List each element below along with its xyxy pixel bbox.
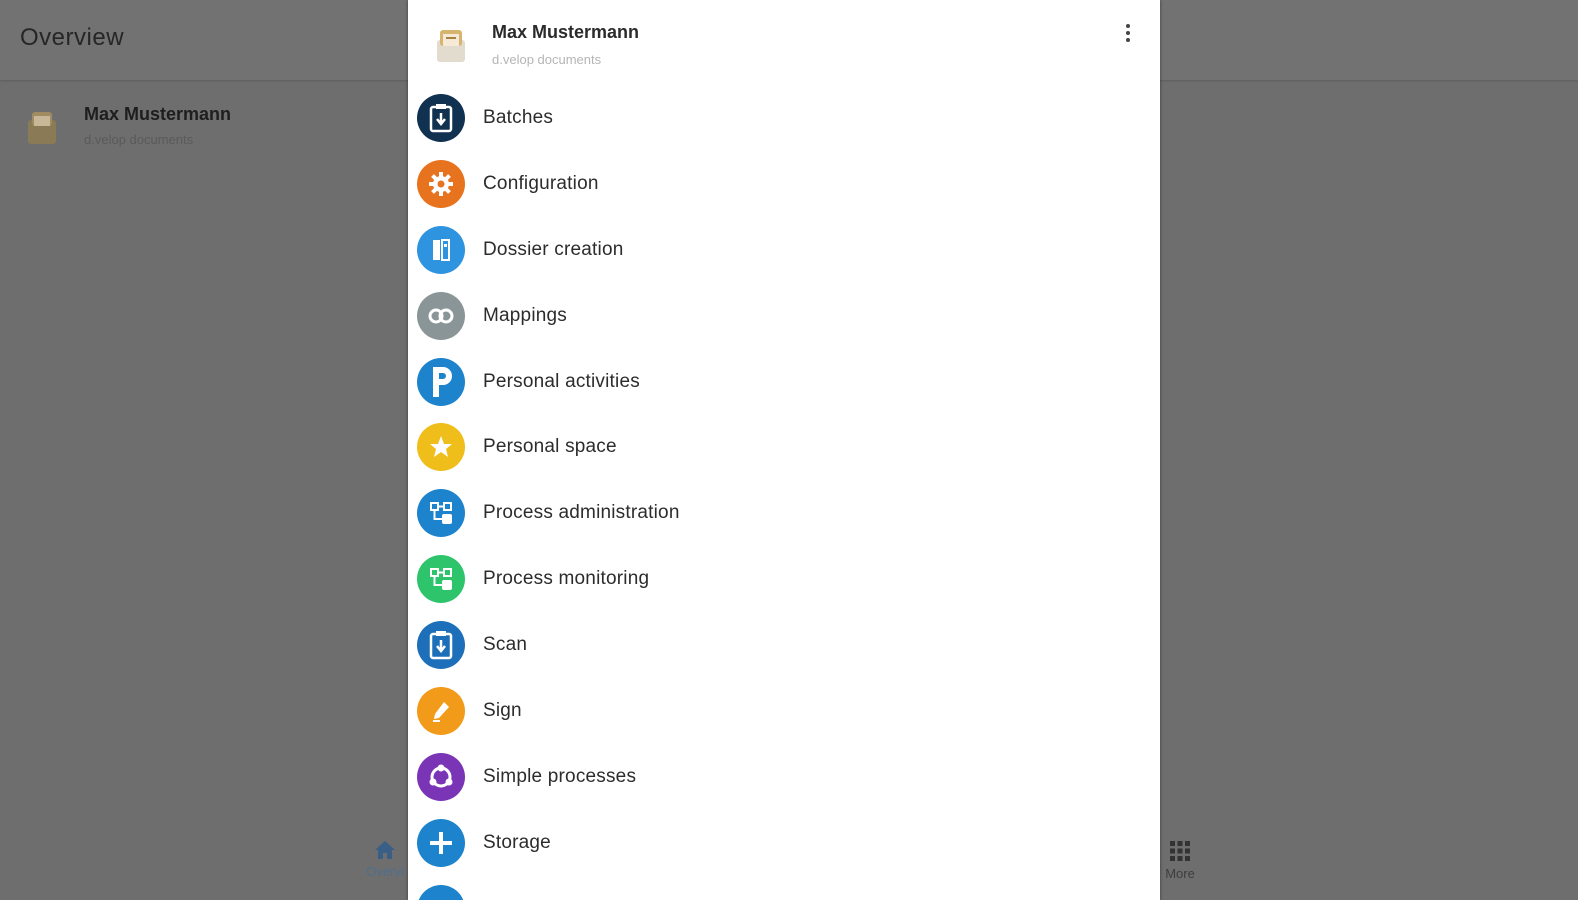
menu-label: Scan	[483, 634, 528, 656]
process-admin-icon	[417, 489, 465, 538]
more-vert-icon[interactable]	[1118, 22, 1138, 48]
scan-icon	[417, 621, 465, 670]
menu-item-batches[interactable]: Batches	[408, 85, 1160, 151]
partial-item-icon	[417, 884, 465, 900]
menu-label: Dossier creation	[483, 238, 624, 260]
grid-icon	[1170, 841, 1190, 861]
avatar	[437, 30, 465, 62]
home-icon	[375, 841, 395, 859]
menu-label: Process monitoring	[483, 568, 650, 590]
menu-label: Storage	[483, 831, 551, 853]
account-subtitle: d.velop documents	[84, 132, 194, 147]
pen-icon	[417, 687, 465, 736]
menu-label: Mappings	[483, 304, 567, 326]
menu-label: Batches	[483, 107, 554, 128]
menu-item-personal-space[interactable]: Personal space	[408, 414, 1160, 480]
menu-label: Personal activities	[483, 370, 640, 392]
user-name: Max Mustermann	[492, 22, 640, 42]
page-title: Overview	[20, 24, 125, 51]
navigation-drawer: Max Mustermann d.velop documents Batches…	[408, 0, 1160, 900]
nav-overview-label: Overvi	[366, 864, 404, 879]
menu-label: Configuration	[483, 172, 599, 194]
user-subtitle: d.velop documents	[492, 52, 602, 67]
menu-label: Process administration	[483, 502, 680, 524]
drawer-header: Max Mustermann d.velop documents	[408, 0, 1160, 80]
menu-item-mappings[interactable]: Mappings	[408, 283, 1160, 349]
nav-more-label: More	[1165, 866, 1195, 881]
star-icon	[417, 423, 465, 472]
batch-download-icon	[417, 94, 465, 142]
menu-item-partial[interactable]	[408, 876, 1160, 900]
plus-icon	[417, 818, 465, 867]
menu-label: Sign	[483, 700, 522, 722]
menu-item-configuration[interactable]: Configuration	[408, 151, 1160, 217]
menu-label: Personal space	[483, 436, 617, 458]
menu-item-dossier-creation[interactable]: Dossier creation	[408, 217, 1160, 283]
cycle-icon	[417, 752, 465, 801]
menu-item-process-administration[interactable]: Process administration	[408, 480, 1160, 546]
avatar	[28, 112, 56, 144]
menu-item-sign[interactable]: Sign	[408, 678, 1160, 744]
menu-item-simple-processes[interactable]: Simple processes	[408, 744, 1160, 810]
menu-item-storage[interactable]: Storage	[408, 810, 1160, 876]
menu-item-process-monitoring[interactable]: Process monitoring	[408, 546, 1160, 612]
p-letter-icon	[417, 357, 465, 406]
dossier-icon	[417, 225, 465, 274]
account-row[interactable]: Max Mustermann d.velop documents	[24, 100, 404, 156]
menu-item-personal-activities[interactable]: Personal activities	[408, 349, 1160, 415]
gear-icon	[417, 159, 465, 208]
menu-item-scan[interactable]: Scan	[408, 612, 1160, 678]
process-monitor-icon	[417, 555, 465, 604]
link-icon	[417, 291, 465, 340]
drawer-menu: Batches Configuration Dossier creation M…	[408, 85, 1160, 900]
account-name: Max Mustermann	[84, 104, 232, 124]
menu-label: Simple processes	[483, 765, 637, 787]
